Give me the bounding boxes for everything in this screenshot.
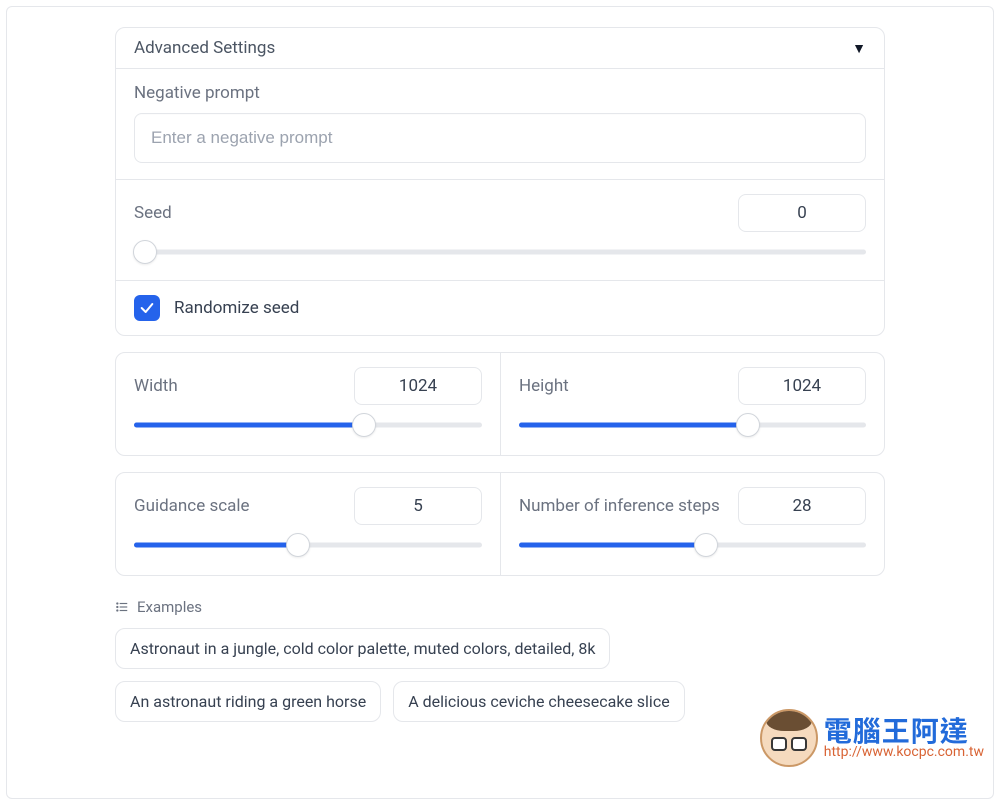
generation-panel: Guidance scale 5 Number of inference ste…	[115, 472, 885, 576]
steps-cell: Number of inference steps 28	[500, 473, 884, 575]
steps-value-input[interactable]: 28	[738, 487, 866, 525]
width-cell: Width 1024	[116, 353, 500, 455]
seed-slider-track	[134, 250, 866, 255]
examples-row-2: An astronaut riding a green horse A deli…	[115, 681, 885, 722]
examples-row-1: Astronaut in a jungle, cold color palett…	[115, 628, 885, 669]
width-slider[interactable]	[134, 413, 482, 437]
negative-prompt-section: Negative prompt	[116, 68, 884, 179]
advanced-settings-title: Advanced Settings	[134, 38, 275, 58]
seed-slider-thumb[interactable]	[133, 240, 157, 264]
examples-header: Examples	[115, 598, 885, 616]
height-cell: Height 1024	[500, 353, 884, 455]
seed-label: Seed	[134, 203, 172, 223]
list-icon	[115, 600, 129, 614]
negative-prompt-input[interactable]	[134, 113, 866, 163]
randomize-seed-row[interactable]: Randomize seed	[116, 280, 884, 335]
settings-container: Advanced Settings ▼ Negative prompt Seed…	[6, 6, 994, 799]
guidance-label: Guidance scale	[134, 496, 250, 516]
examples-title: Examples	[137, 598, 202, 616]
seed-slider[interactable]	[134, 240, 866, 264]
guidance-slider[interactable]	[134, 533, 482, 557]
advanced-settings-panel: Advanced Settings ▼ Negative prompt Seed…	[115, 27, 885, 336]
steps-slider[interactable]	[519, 533, 866, 557]
guidance-cell: Guidance scale 5	[116, 473, 500, 575]
advanced-settings-toggle[interactable]: Advanced Settings ▼	[116, 28, 884, 68]
seed-section: Seed 0	[116, 179, 884, 280]
example-chip[interactable]: Astronaut in a jungle, cold color palett…	[115, 628, 610, 669]
example-chip[interactable]: A delicious ceviche cheesecake slice	[393, 681, 684, 722]
randomize-seed-checkbox[interactable]	[134, 295, 160, 321]
negative-prompt-label: Negative prompt	[134, 83, 866, 103]
width-label: Width	[134, 376, 178, 396]
width-value-input[interactable]: 1024	[354, 367, 482, 405]
check-icon	[139, 300, 155, 316]
dimensions-panel: Width 1024 Height 1024	[115, 352, 885, 456]
height-slider[interactable]	[519, 413, 866, 437]
example-chip[interactable]: An astronaut riding a green horse	[115, 681, 381, 722]
height-value-input[interactable]: 1024	[738, 367, 866, 405]
height-label: Height	[519, 376, 569, 396]
guidance-value-input[interactable]: 5	[354, 487, 482, 525]
randomize-seed-label: Randomize seed	[174, 298, 299, 318]
chevron-down-icon: ▼	[852, 40, 866, 57]
seed-value-input[interactable]: 0	[738, 194, 866, 232]
steps-label: Number of inference steps	[519, 496, 720, 516]
